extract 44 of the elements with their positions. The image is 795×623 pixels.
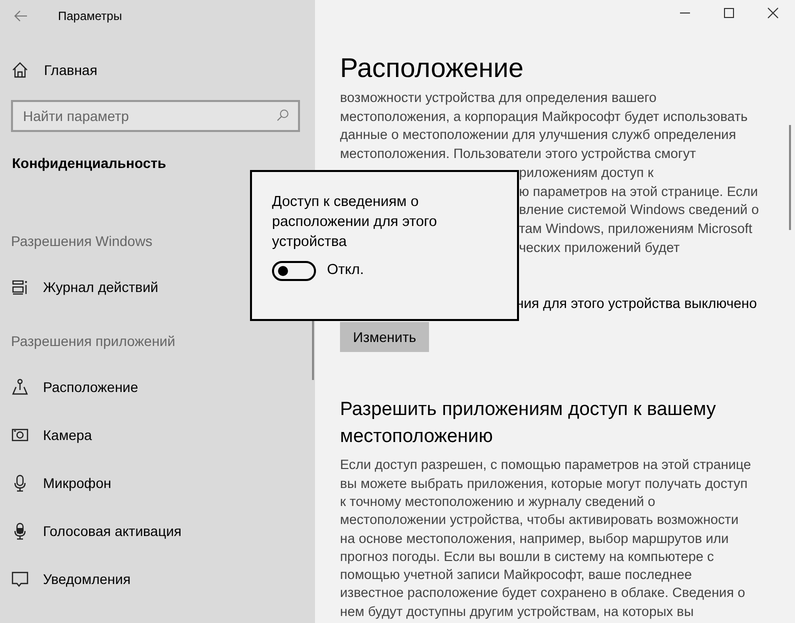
description-line: там Windows, приложениям Microsoft [519, 220, 752, 238]
description-line: риложениям доступ к [519, 164, 654, 182]
home-icon [11, 61, 29, 79]
nav-item[interactable]: Журнал действий [43, 276, 158, 298]
toggle-switch[interactable] [272, 260, 316, 281]
nav-item[interactable]: Микрофон [43, 472, 112, 494]
description-line: Если доступ разрешен, с помощью параметров на этой странице [340, 456, 752, 474]
search-field[interactable]: Найти параметр [11, 100, 300, 132]
nav-item[interactable]: Голосовая активация [43, 520, 182, 542]
scrollbar-thumb[interactable] [312, 320, 314, 380]
page-title: Расположение [340, 52, 525, 85]
location-pin-icon [11, 378, 29, 396]
description-line: возможности устройства для определения вашего [340, 89, 656, 107]
description-line: данные о местоположении для улучшения служб определения [340, 126, 736, 144]
group-heading: Разрешения Windows [11, 232, 152, 251]
nav-item[interactable]: Камера [43, 424, 92, 446]
nav-item[interactable]: Уведомления [43, 568, 131, 590]
section-heading: Конфиденциальность [12, 154, 168, 173]
description-line: вление системой Windows сведений о [519, 201, 759, 220]
speech-bubble-icon [11, 570, 29, 588]
description-line: прогноз погоды. Если вы вошли в систему на компьютере с [340, 548, 714, 566]
section-title: Разрешить приложениям доступ к вашему местоположению [340, 398, 717, 450]
description-line: местоположения, а корпорация Майкрософт будет использовать [340, 108, 748, 126]
description-line: помощью учетной записи Майкрософт, ваше последнее [340, 566, 692, 584]
camera-icon [11, 426, 29, 444]
description-line: ческих приложений будет [519, 238, 680, 257]
description-line: местоположении устройства, чтобы активировать возможности [340, 511, 739, 530]
home-link[interactable]: Главная [44, 60, 98, 80]
description-line: известное расположение будет сохранено в облаке. Сведения о [340, 584, 746, 602]
search-icon [275, 108, 290, 123]
description-line: местоположения. Пользователи этого устройства смогут [340, 145, 696, 164]
toggle-label: Откл. [327, 261, 364, 280]
description-line: ю параметров на этой странице. Если [519, 182, 758, 201]
change-button[interactable]: Изменить [340, 322, 430, 352]
scrollbar-thumb[interactable] [789, 125, 791, 230]
description-line: вы можете выбрать приложения, которые могут получать доступ [340, 474, 748, 493]
group-heading: Разрешения приложений [11, 332, 176, 351]
description-line: нем будут доступны другим устройствам, на которых вы [340, 602, 694, 621]
nav-item[interactable]: Расположение [43, 376, 138, 398]
description-line: к точному местоположению и журналу сведений о [340, 492, 656, 511]
history-icon [11, 278, 29, 296]
description-line: на основе местоположения, например, выбор маршрутов или [340, 530, 729, 548]
window-title: Параметры [58, 8, 122, 25]
dialog-title: Доступ к сведениям о расположении для этого устройства [272, 193, 438, 252]
